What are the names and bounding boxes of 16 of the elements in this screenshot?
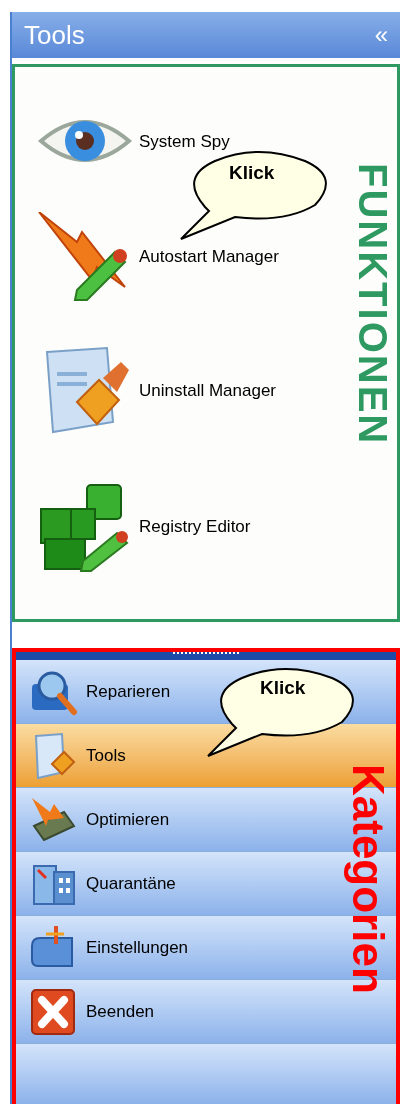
close-icon <box>28 987 78 1036</box>
callout-text: Klick <box>260 676 306 700</box>
annotation-label: Kategorien <box>346 764 390 994</box>
tool-item[interactable]: System Spy <box>35 111 230 172</box>
panel-title: Tools <box>24 18 85 52</box>
category-item[interactable]: Tools <box>28 731 126 780</box>
category-item[interactable]: Beenden <box>28 987 155 1036</box>
callout-text: Klick <box>229 161 275 185</box>
tool-item[interactable]: Registry Editor <box>35 478 251 575</box>
category-item[interactable]: Quarantäne <box>28 859 176 908</box>
category-item[interactable]: Einstellungen <box>28 923 189 972</box>
tool-item[interactable]: Uninstall Manager <box>35 342 276 439</box>
category-item[interactable]: Optimieren <box>28 795 170 844</box>
annotation-label: FUNKTIONEN <box>353 163 393 446</box>
category-item[interactable]: Reparieren <box>28 667 171 716</box>
tool-item[interactable]: Autostart Manager <box>35 211 279 302</box>
